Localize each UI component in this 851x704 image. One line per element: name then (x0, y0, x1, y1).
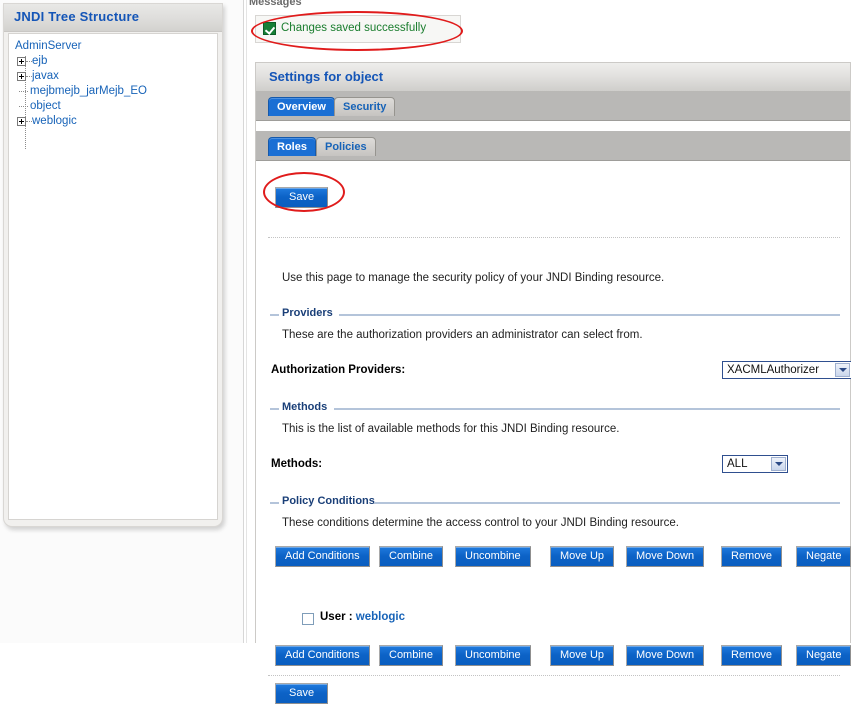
messages-heading: Messages (249, 0, 302, 8)
uncombine-button-bottom[interactable]: Uncombine (455, 645, 531, 666)
page-root: JNDI Tree Structure AdminServer ejb java… (0, 0, 851, 643)
move-up-button-bottom[interactable]: Move Up (550, 645, 614, 666)
tree-root-node[interactable]: AdminServer (15, 40, 81, 52)
primary-tabstrip: Overview Security (256, 92, 850, 121)
condition-row-label: User : weblogic (320, 611, 405, 623)
save-button-bottom[interactable]: Save (275, 683, 328, 704)
move-down-button-top[interactable]: Move Down (626, 546, 704, 567)
chevron-down-icon[interactable] (835, 363, 850, 377)
methods-value: ALL (727, 458, 747, 470)
tree-connector-icon (26, 57, 32, 66)
tree-item-label: javax (32, 70, 59, 82)
authorization-providers-select[interactable]: XACMLAuthorizer (722, 361, 851, 379)
jndi-tree-panel: JNDI Tree Structure AdminServer ejb java… (3, 3, 223, 527)
divider-above-bottom-save (268, 675, 840, 676)
section-rule-left-policy (270, 502, 279, 504)
tree-item-weblogic[interactable]: weblogic (17, 115, 77, 130)
combine-button-bottom[interactable]: Combine (379, 645, 443, 666)
settings-panel-title: Settings for object (269, 69, 383, 84)
section-rule-left-methods (270, 408, 279, 410)
checkbox-checked-icon (263, 22, 276, 35)
expand-plus-icon[interactable] (17, 57, 26, 66)
tree-item-label: ejb (32, 55, 47, 67)
authorization-providers-label: Authorization Providers: (271, 364, 405, 376)
expand-plus-icon[interactable] (17, 72, 26, 81)
tree-item-mejbmejb-jarmejb-eo[interactable]: mejbmejb_jarMejb_EO (19, 85, 147, 100)
add-conditions-button-bottom[interactable]: Add Conditions (275, 645, 370, 666)
add-conditions-button-top[interactable]: Add Conditions (275, 546, 370, 567)
methods-label: Methods: (271, 458, 322, 470)
tab-security[interactable]: Security (334, 97, 395, 116)
negate-button-top[interactable]: Negate (796, 546, 851, 567)
tab-roles[interactable]: Roles (268, 137, 316, 156)
secondary-tabstrip: Roles Policies (256, 131, 850, 161)
tree-item-javax[interactable]: javax (17, 70, 59, 85)
section-rule-left-providers (270, 314, 279, 316)
tree-connector-icon (19, 102, 30, 111)
left-column: JNDI Tree Structure AdminServer ejb java… (0, 0, 243, 643)
tab-policies[interactable]: Policies (316, 137, 376, 156)
section-legend-methods: Methods (282, 401, 327, 415)
tree-item-label: object (30, 100, 61, 112)
divider-under-save (268, 237, 840, 238)
tree-item-label: weblogic (32, 115, 77, 127)
main-content-column: Messages Changes saved successfully Sett… (247, 0, 851, 643)
methods-description: This is the list of available methods fo… (282, 423, 619, 435)
condition-value: weblogic (356, 611, 405, 623)
settings-panel: Settings for object Overview Security Ro… (255, 62, 851, 643)
tree-item-label: mejbmejb_jarMejb_EO (30, 85, 147, 97)
condition-prefix: User : (320, 611, 356, 623)
jndi-tree-box: AdminServer ejb javax mejbmejb_jarMejb_E… (8, 33, 218, 520)
tree-item-ejb[interactable]: ejb (17, 55, 47, 70)
success-message-text: Changes saved successfully (281, 22, 426, 34)
page-intro-text: Use this page to manage the security pol… (282, 272, 664, 284)
section-rule-methods (334, 408, 840, 410)
tree-connector-icon (19, 87, 30, 96)
column-divider (243, 0, 244, 643)
tab-overview[interactable]: Overview (268, 97, 335, 116)
tree-connector-icon (26, 72, 32, 81)
tree-connector-icon (26, 117, 32, 126)
section-rule-policy (374, 502, 840, 504)
providers-description: These are the authorization providers an… (282, 329, 643, 341)
methods-select[interactable]: ALL (722, 455, 788, 473)
chevron-down-icon[interactable] (771, 457, 786, 471)
move-up-button-top[interactable]: Move Up (550, 546, 614, 567)
save-button-top[interactable]: Save (275, 187, 328, 208)
negate-button-bottom[interactable]: Negate (796, 645, 851, 666)
messages-box: Changes saved successfully (255, 15, 461, 43)
jndi-tree-panel-title: JNDI Tree Structure (14, 9, 139, 24)
policy-conditions-description: These conditions determine the access co… (282, 517, 679, 529)
combine-button-top[interactable]: Combine (379, 546, 443, 567)
settings-panel-body: Save Use this page to manage the securit… (256, 161, 850, 643)
uncombine-button-top[interactable]: Uncombine (455, 546, 531, 567)
remove-button-top[interactable]: Remove (721, 546, 782, 567)
section-rule-providers (339, 314, 840, 316)
tree-item-object[interactable]: object (19, 100, 61, 115)
condition-checkbox[interactable] (302, 613, 314, 625)
authorization-providers-value: XACMLAuthorizer (727, 364, 819, 376)
expand-plus-icon[interactable] (17, 117, 26, 126)
section-legend-policy-conditions: Policy Conditions (282, 495, 375, 509)
move-down-button-bottom[interactable]: Move Down (626, 645, 704, 666)
remove-button-bottom[interactable]: Remove (721, 645, 782, 666)
section-legend-providers: Providers (282, 307, 333, 321)
